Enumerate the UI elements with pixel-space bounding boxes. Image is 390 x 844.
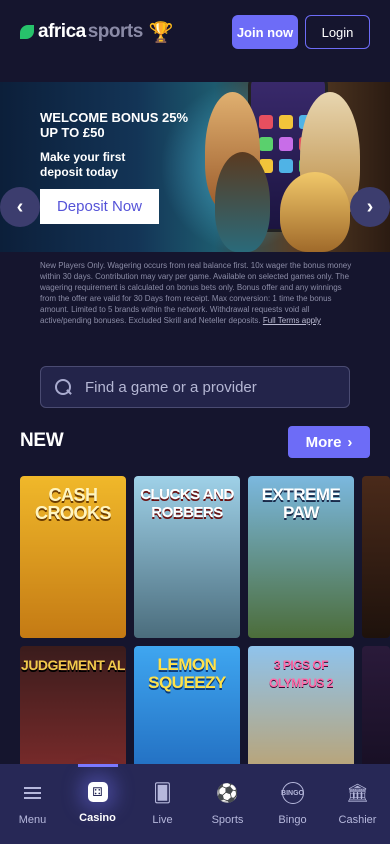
more-button[interactable]: More › (288, 426, 370, 458)
nav-item-cashier[interactable]: 🏛 Cashier (325, 764, 390, 844)
bottom-navigation: Menu ⚃ Casino 🂠 Live ⚽ Sports BINGO Bing… (0, 764, 390, 844)
bingo-icon: BINGO (281, 782, 304, 804)
chevron-right-icon: › (347, 433, 353, 451)
logo-africa-text: africa (38, 21, 86, 42)
carousel-prev-button[interactable]: ‹ (0, 187, 40, 227)
search-input[interactable] (85, 378, 325, 396)
nav-label: Live (152, 814, 173, 826)
game-tile-partial[interactable] (362, 476, 390, 638)
cashier-icon: 🏛 (346, 782, 369, 803)
game-title: LEMON SQUEEZY (148, 655, 226, 692)
bonus-terms: New Players Only. Wagering occurs from r… (40, 260, 352, 326)
game-tile[interactable]: CASH CROOKS (20, 476, 126, 638)
deposit-now-button[interactable]: Deposit Now (40, 189, 159, 224)
game-title: 3 PIGS OF OLYMPUS 2 (269, 658, 333, 690)
game-tile[interactable]: EXTREME PAW (248, 476, 354, 638)
carousel-next-button[interactable]: › (350, 187, 390, 227)
header: africa sports 🏆 Join now Login (0, 0, 390, 64)
more-label: More (305, 433, 342, 451)
nav-label: Cashier (338, 814, 377, 826)
nav-item-live[interactable]: 🂠 Live (130, 764, 195, 844)
game-title: CASH CROOKS (34, 485, 112, 523)
bonus-subtitle: Make your first deposit today (40, 150, 126, 179)
full-terms-link[interactable]: Full Terms apply (263, 316, 321, 325)
dice-icon: ⚃ (87, 782, 108, 802)
menu-icon (22, 782, 44, 804)
explorer-figure-image (215, 152, 270, 252)
game-tile[interactable]: CLUCKS AND ROBBERS (134, 476, 240, 638)
nav-label: Casino (79, 812, 116, 824)
football-icon: ⚽ (216, 782, 239, 803)
africa-map-icon (20, 25, 34, 39)
nav-item-sports[interactable]: ⚽ Sports (195, 764, 260, 844)
section-title-new: NEW (20, 430, 64, 451)
nav-label: Bingo (278, 814, 307, 826)
game-title: JUDGEMENT AL (21, 657, 125, 673)
trophy-icon: 🏆 (148, 21, 174, 44)
nav-label: Menu (18, 814, 47, 826)
chevron-right-icon: › (366, 195, 374, 218)
nav-label: Sports (211, 814, 244, 826)
game-title: CLUCKS AND ROBBERS (140, 486, 234, 521)
chevron-left-icon: ‹ (16, 195, 24, 218)
login-button[interactable]: Login (305, 15, 370, 49)
africasports-logo[interactable]: africa sports 🏆 (20, 20, 174, 45)
nav-item-bingo[interactable]: BINGO Bingo (260, 764, 325, 844)
search-bar[interactable] (40, 366, 350, 408)
game-title: EXTREME PAW (261, 485, 341, 522)
search-icon (55, 379, 71, 395)
bonus-title: WELCOME BONUS 25% UP TO £50 (40, 110, 189, 140)
logo-sports-text: sports (87, 21, 144, 42)
goddess-figure-image (280, 172, 350, 252)
nav-item-casino[interactable]: ⚃ Casino (65, 764, 130, 844)
cards-icon: 🂠 (153, 782, 172, 803)
join-now-button[interactable]: Join now (232, 15, 298, 49)
nav-item-menu[interactable]: Menu (0, 764, 65, 844)
